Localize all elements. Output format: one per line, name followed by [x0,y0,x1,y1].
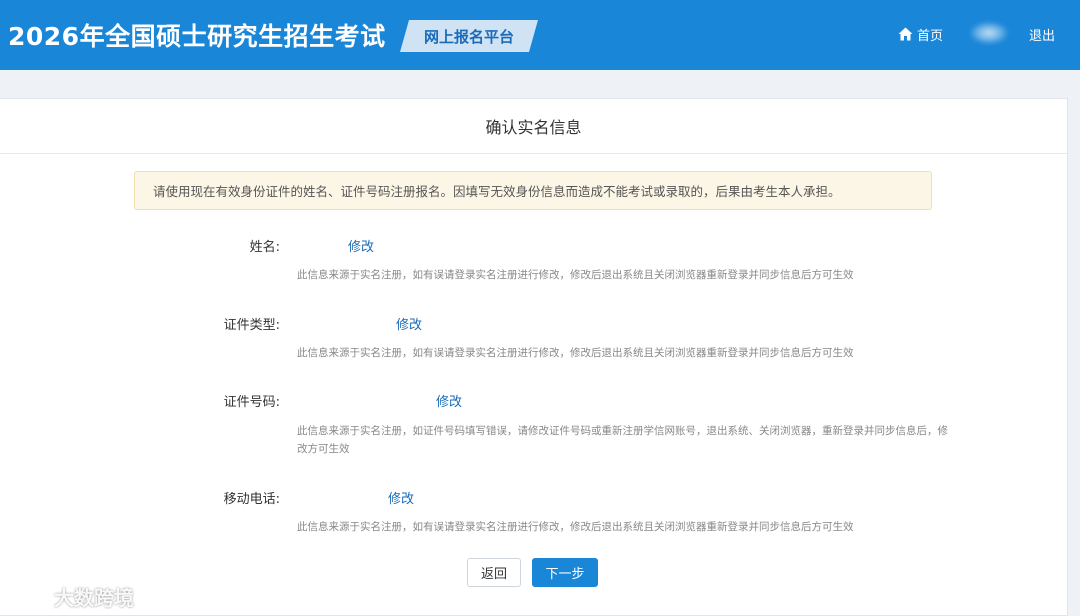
watermark-logo-icon [7,587,46,605]
id-type-edit-link[interactable]: 修改 [396,314,422,333]
platform-badge: 网上报名平台 [400,20,538,52]
home-link[interactable]: 首页 [898,24,943,44]
mobile-hint: 此信息来源于实名注册，如有误请登录实名注册进行修改，修改后退出系统且关闭浏览器重… [297,521,854,533]
id-number-edit-link[interactable]: 修改 [436,391,462,410]
back-button[interactable]: 返回 [467,558,521,587]
id-number-hint: 此信息来源于实名注册，如证件号码填写错误，请修改证件号码或重新注册学信网账号，退… [297,425,948,455]
notice-banner: 请使用现在有效身份证件的姓名、证件号码注册报名。因填写无效身份信息而造成不能考试… [134,171,932,210]
logout-link[interactable]: 退出 [1029,25,1055,44]
user-avatar-blurred [970,22,1008,44]
id-type-label: 证件类型: [223,318,280,333]
top-header: 2026年全国硕士研究生招生考试 网上报名平台 首页 退出 [0,0,1080,70]
name-hint: 此信息来源于实名注册，如有误请登录实名注册进行修改，修改后退出系统且关闭浏览器重… [297,269,854,281]
watermark: 大数跨境 [6,582,134,610]
watermark-text: 大数跨境 [54,585,134,610]
home-label: 首页 [917,28,944,44]
id-number-label: 证件号码: [223,395,280,410]
card-title: 确认实名信息 [0,99,1067,154]
name-edit-link[interactable]: 修改 [348,236,374,255]
site-title: 2026年全国硕士研究生招生考试 [8,22,386,51]
next-step-button[interactable]: 下一步 [532,558,598,587]
confirm-identity-card: 确认实名信息 请使用现在有效身份证件的姓名、证件号码注册报名。因填写无效身份信息… [0,98,1068,616]
mobile-label: 移动电话: [223,492,280,507]
home-icon [898,27,913,41]
name-label: 姓名: [249,240,280,255]
id-type-hint: 此信息来源于实名注册，如有误请登录实名注册进行修改，修改后退出系统且关闭浏览器重… [297,347,854,359]
mobile-edit-link[interactable]: 修改 [388,488,414,507]
